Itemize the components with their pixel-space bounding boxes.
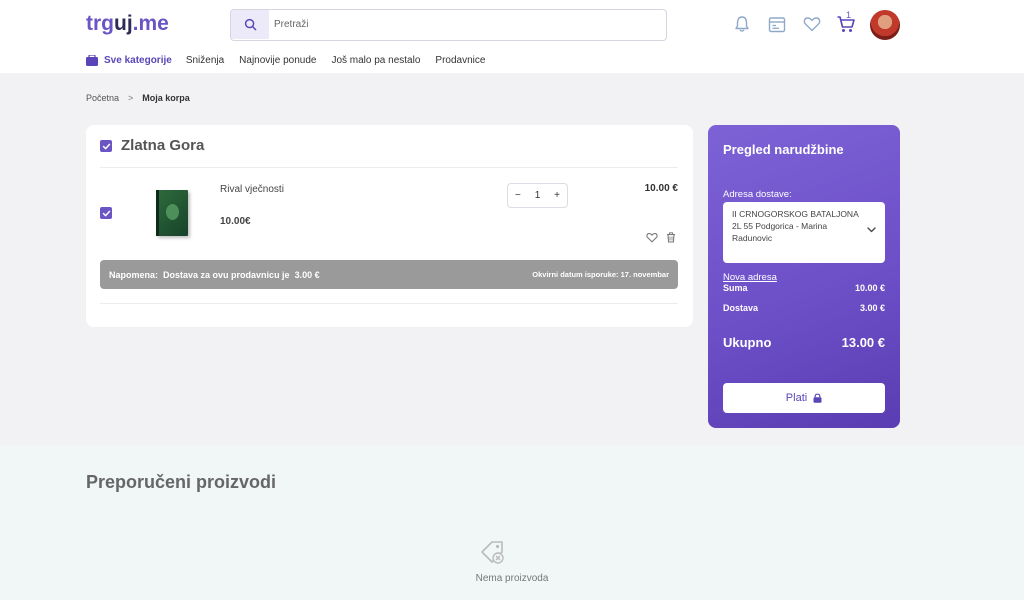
delivery-value: 3.00 € [859,303,885,313]
delivery-row: Dostava 3.00 € [723,303,885,313]
heart-icon[interactable] [646,230,658,248]
chevron-down-icon [867,227,876,233]
order-summary: Pregled narudžbine Adresa dostave: II CR… [708,125,900,428]
heart-icon[interactable] [801,13,823,35]
item-checkbox[interactable] [100,207,112,219]
total-label: Ukupno [723,335,772,350]
logo[interactable]: trguj.me [86,12,169,36]
breadcrumb-home[interactable]: Početna [86,93,119,103]
product-total-price: 10.00 € [644,183,678,194]
recommended-section: Preporučeni proizvodi Nema proizvoda [0,445,1024,600]
quantity-decrease-button[interactable]: − [515,190,521,201]
nav-item-stores[interactable]: Prodavnice [435,55,485,66]
delivery-note-bar: Napomena: Dostava za ovu prodavnicu je 3… [100,260,678,289]
address-select[interactable]: II CRNOGORSKOG BATALJONA 2L 55 Podgorica… [723,202,885,263]
header: trguj.me 1 Sve kategorije Sniženja Najno… [0,0,1024,73]
empty-message: Nema proizvoda [475,573,549,584]
calendar-icon[interactable] [766,13,788,35]
quantity-stepper: − 1 + [507,183,568,208]
breadcrumb-separator: > [128,93,134,103]
bell-icon[interactable] [731,13,753,35]
order-summary-title: Pregled narudžbine [723,142,844,157]
breadcrumb: Početna > Moja korpa [86,93,190,103]
search-input[interactable] [271,10,661,39]
sum-value: 10.00 € [854,283,885,293]
cart-count-badge: 1 [846,10,852,20]
delivery-note-label: Napomena: [109,269,159,280]
total-row: Ukupno 13.00 € [723,335,885,350]
address-value: II CRNOGORSKOG BATALJONA 2L 55 Podgorica… [732,209,859,243]
quantity-increase-button[interactable]: + [554,190,560,201]
categories-icon [86,54,98,66]
divider [100,167,678,168]
delivery-note: Napomena: Dostava za ovu prodavnicu je 3… [109,270,320,280]
check-icon [102,210,110,216]
product-name[interactable]: Rival vječnosti [220,184,284,195]
quantity-value: 1 [534,190,541,201]
empty-tag-icon [479,539,507,570]
recommended-title: Preporučeni proizvodi [86,472,277,492]
nav-item-newest[interactable]: Najnovije ponude [239,55,316,66]
item-actions [646,230,676,248]
delivery-note-amount: 3.00 € [294,269,320,280]
pay-label: Plati [785,392,808,404]
store-name: Zlatna Gora [121,137,205,154]
sum-row: Suma 10.00 € [723,283,885,293]
search-icon[interactable] [231,10,269,39]
cart-card: Zlatna Gora Rival vječnosti 10.00€ − 1 +… [86,125,693,327]
nav-all-categories-label: Sve kategorije [104,54,172,66]
total-value: 13.00 € [841,335,885,350]
lock-icon [813,393,822,403]
main-nav: Sve kategorije Sniženja Najnovije ponude… [86,53,500,67]
sum-label: Suma [723,283,748,293]
product-image[interactable] [156,190,188,236]
delivery-date: Okvirni datum isporuke: 17. novembar [532,270,669,279]
delivery-note-text: Dostava za ovu prodavnicu je [163,269,290,280]
product-unit-price: 10.00€ [220,216,251,227]
nav-item-almost-gone[interactable]: Još malo pa nestalo [331,55,420,66]
avatar[interactable] [870,10,900,40]
address-label: Adresa dostave: [723,189,792,200]
pay-button[interactable]: Plati [723,383,885,413]
new-address-link[interactable]: Nova adresa [723,272,777,283]
search-bar [230,9,667,41]
store-checkbox[interactable] [100,140,112,152]
check-icon [102,143,110,149]
nav-all-categories[interactable]: Sve kategorije [86,54,172,66]
trash-icon[interactable] [666,230,676,248]
breadcrumb-current: Moja korpa [142,93,190,103]
divider [100,303,678,304]
delivery-label: Dostava [723,303,759,313]
nav-item-discounts[interactable]: Sniženja [186,55,224,66]
